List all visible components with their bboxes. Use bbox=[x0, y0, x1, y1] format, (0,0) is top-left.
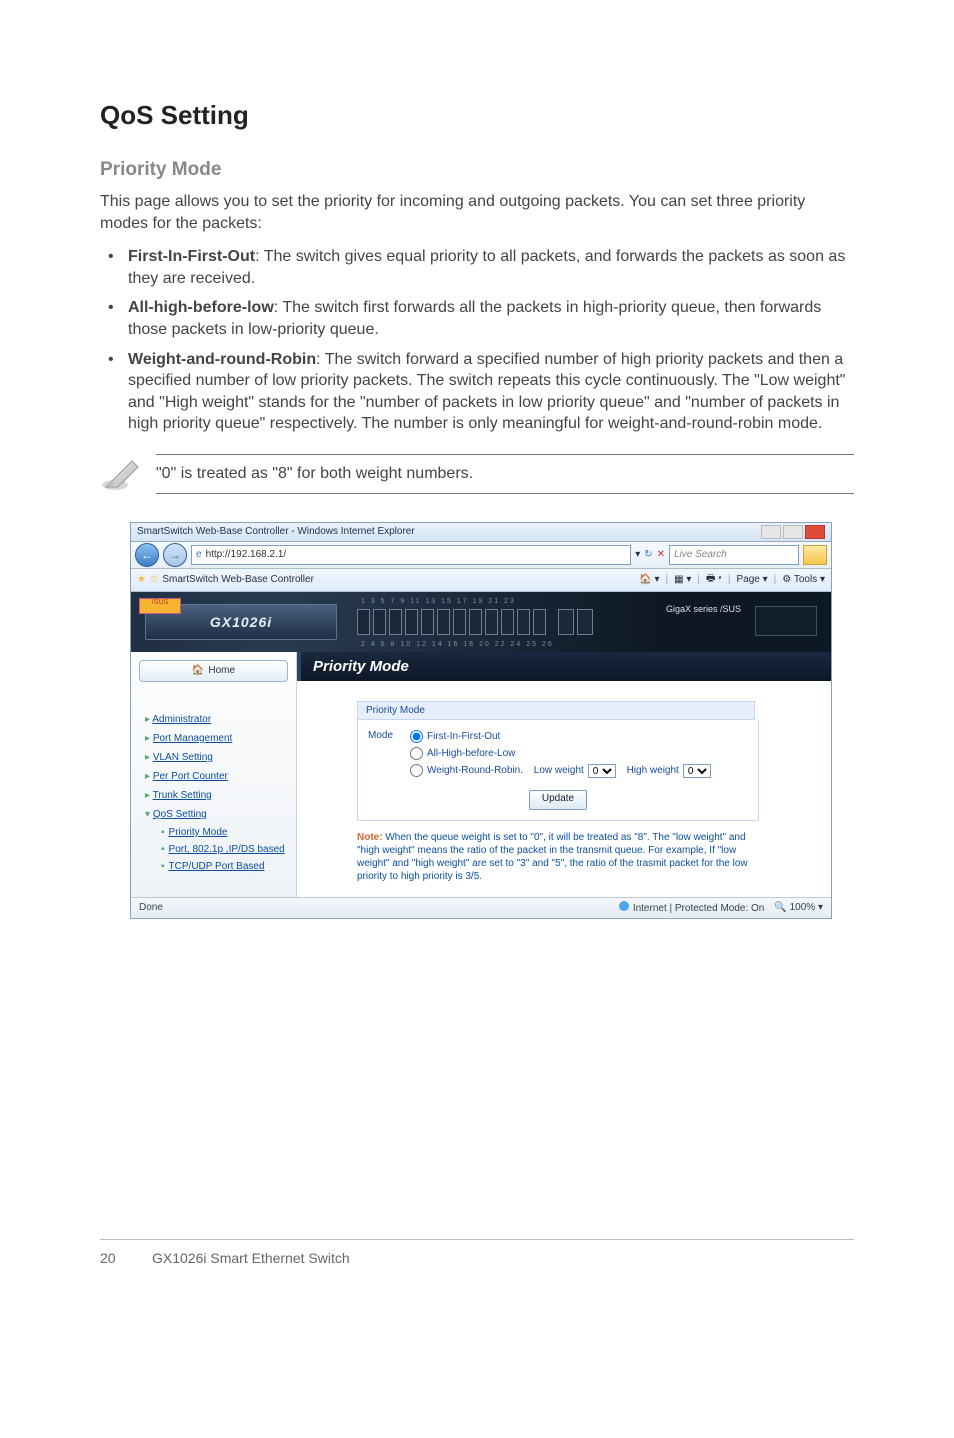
panel-header: Priority Mode bbox=[297, 652, 831, 681]
tab-title[interactable]: SmartSwitch Web-Base Controller bbox=[162, 574, 314, 585]
bullet-term: First-In-First-Out bbox=[128, 248, 255, 265]
search-input[interactable]: Live Search bbox=[669, 545, 799, 565]
minimize-button[interactable] bbox=[761, 525, 781, 539]
subsection-heading: Priority Mode bbox=[100, 159, 854, 181]
embedded-screenshot: SmartSwitch Web-Base Controller - Window… bbox=[130, 522, 832, 919]
mode-label: Mode bbox=[368, 730, 398, 741]
back-button[interactable]: ← bbox=[135, 543, 159, 567]
radio-fifo[interactable] bbox=[410, 730, 423, 743]
home-icon[interactable]: 🏠 ▾ bbox=[639, 574, 659, 585]
main-content: Priority Mode Priority Mode Mode First-I… bbox=[297, 652, 831, 897]
pencil-icon bbox=[100, 451, 156, 498]
tools-menu[interactable]: ⚙ Tools ▾ bbox=[782, 574, 825, 585]
update-button[interactable]: Update bbox=[529, 790, 587, 810]
note-text: "0" is treated as "8" for both weight nu… bbox=[156, 454, 854, 494]
series-label: GigaX series /SUS bbox=[666, 604, 741, 614]
print-icon[interactable]: 🖶 ▾ bbox=[706, 571, 722, 588]
radio-allhigh-label: All-High-before-Low bbox=[427, 748, 515, 759]
section-heading: QoS Setting bbox=[100, 100, 854, 131]
add-favorite-icon[interactable]: ✩ bbox=[150, 574, 158, 585]
home-button[interactable]: 🏠 Home bbox=[139, 660, 288, 682]
port-numbers-top: 1 3 5 7 9 11 13 15 17 19 21 23 bbox=[361, 598, 516, 605]
low-weight-label: Low weight bbox=[534, 765, 584, 776]
bullet-item: First-In-First-Out: The switch gives equ… bbox=[100, 246, 854, 289]
page-number: 20 bbox=[100, 1250, 128, 1266]
footer-product: GX1026i Smart Ethernet Switch bbox=[152, 1250, 350, 1266]
bullet-term: All-high-before-low bbox=[128, 299, 274, 316]
sidebar-item-administrator[interactable]: Administrator bbox=[131, 710, 296, 729]
page-menu[interactable]: Page ▾ bbox=[736, 574, 767, 585]
browser-tabbar: ★ ✩ SmartSwitch Web-Base Controller 🏠 ▾ … bbox=[131, 569, 831, 592]
panel-box-title: Priority Mode bbox=[357, 701, 755, 720]
radio-wrr-label: Weight-Round-Robin. bbox=[427, 765, 523, 776]
note-callout: "0" is treated as "8" for both weight nu… bbox=[100, 451, 854, 498]
radio-fifo-label: First-In-First-Out bbox=[427, 731, 500, 742]
status-zoom[interactable]: 🔍 100% ▾ bbox=[774, 902, 823, 913]
asus-badge: /SUS bbox=[139, 598, 181, 614]
sidebar-item-port-management[interactable]: Port Management bbox=[131, 729, 296, 748]
command-bar: 🏠 ▾ | ▦ ▾ | 🖶 ▾ | Page ▾ | ⚙ Tools ▾ bbox=[639, 571, 825, 588]
radio-wrr[interactable] bbox=[410, 764, 423, 777]
window-titlebar: SmartSwitch Web-Base Controller - Window… bbox=[131, 523, 831, 542]
browser-addressbar-row: ← → ehttp://192.168.2.1/ ▾ ↻ ✕ Live Sear… bbox=[131, 542, 831, 569]
sidebar: 🏠 Home Administrator Port Management VLA… bbox=[131, 652, 297, 897]
port-diagram bbox=[357, 609, 593, 635]
panel-box-body: Mode First-In-First-Out All-High-before-… bbox=[357, 720, 759, 821]
high-weight-label: High weight bbox=[627, 765, 679, 776]
favorites-icon[interactable]: ★ bbox=[137, 574, 146, 585]
maximize-button[interactable] bbox=[783, 525, 803, 539]
panel-note-body: When the queue weight is set to "0", it … bbox=[357, 832, 748, 882]
low-weight-select[interactable]: 0 bbox=[588, 764, 616, 778]
address-input[interactable]: ehttp://192.168.2.1/ bbox=[191, 545, 631, 565]
radio-allhigh[interactable] bbox=[410, 747, 423, 760]
led-panel bbox=[755, 606, 817, 636]
page-footer: 20 GX1026i Smart Ethernet Switch bbox=[100, 1239, 854, 1286]
window-title: SmartSwitch Web-Base Controller - Window… bbox=[137, 526, 415, 537]
sidebar-item-qos-setting[interactable]: QoS Setting bbox=[131, 805, 296, 824]
sidebar-sub-tcpudp[interactable]: ▪TCP/UDP Port Based bbox=[131, 858, 296, 875]
sidebar-item-trunk-setting[interactable]: Trunk Setting bbox=[131, 786, 296, 805]
search-button[interactable] bbox=[803, 545, 827, 565]
forward-button[interactable]: → bbox=[163, 543, 187, 567]
status-done: Done bbox=[139, 902, 163, 913]
high-weight-select[interactable]: 0 bbox=[683, 764, 711, 778]
intro-paragraph: This page allows you to set the priority… bbox=[100, 191, 854, 234]
bullet-list: First-In-First-Out: The switch gives equ… bbox=[100, 246, 854, 435]
bullet-term: Weight-and-round-Robin bbox=[128, 351, 316, 368]
device-banner: /SUS GX1026i 1 3 5 7 9 11 13 15 17 19 21… bbox=[131, 592, 831, 652]
sidebar-item-per-port-counter[interactable]: Per Port Counter bbox=[131, 767, 296, 786]
close-button[interactable] bbox=[805, 525, 825, 539]
panel-note-label: Note: bbox=[357, 832, 383, 843]
feeds-icon[interactable]: ▦ ▾ bbox=[674, 574, 691, 585]
panel-note: Note: When the queue weight is set to "0… bbox=[357, 831, 753, 883]
sidebar-sub-priority-mode[interactable]: ▪Priority Mode bbox=[131, 824, 296, 841]
sidebar-sub-port-based[interactable]: ▪Port, 802.1p ,IP/DS based bbox=[131, 841, 296, 858]
status-bar: Done Internet | Protected Mode: On 🔍 100… bbox=[131, 897, 831, 918]
sidebar-item-vlan-setting[interactable]: VLAN Setting bbox=[131, 748, 296, 767]
bullet-item: All-high-before-low: The switch first fo… bbox=[100, 297, 854, 340]
status-zone: Internet | Protected Mode: On bbox=[619, 901, 765, 914]
port-numbers-bottom: 2 4 6 8 10 12 14 16 18 20 22 24 25 26 bbox=[361, 641, 554, 648]
bullet-item: Weight-and-round-Robin: The switch forwa… bbox=[100, 349, 854, 435]
